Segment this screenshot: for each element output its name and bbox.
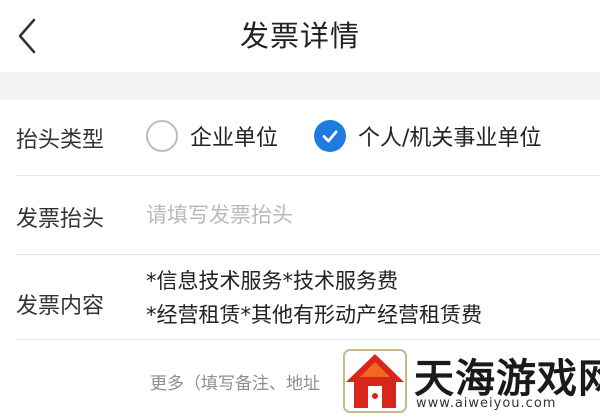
invoice-content-item: *经营租赁*其他有形动产经营租赁费: [146, 303, 482, 327]
watermark: 天海游戏网 www.aiweiyou.com: [330, 338, 600, 417]
invoice-type-label: 抬头类型: [16, 128, 105, 153]
watermark-url: www.aiweiyou.com: [416, 396, 557, 411]
invoice-header-row: 发票抬头: [0, 177, 600, 255]
radio-option-company[interactable]: 企业单位: [146, 116, 278, 156]
invoice-type-row: 抬头类型 企业单位 个人/机关事业单位: [0, 100, 600, 176]
nav-bar: 发票详情: [0, 0, 600, 72]
invoice-content-list: *信息技术服务*技术服务费 *经营租赁*其他有形动产经营租赁费: [146, 264, 482, 332]
page-title: 发票详情: [239, 19, 360, 53]
more-options-link[interactable]: 更多（填写备注、地址: [150, 369, 320, 394]
invoice-content-row: 发票内容 *信息技术服务*技术服务费 *经营租赁*其他有形动产经营租赁费: [0, 256, 600, 340]
house-logo-icon: [343, 349, 407, 413]
invoice-content-item: *信息技术服务*技术服务费: [146, 269, 398, 293]
invoice-header-input[interactable]: [146, 193, 576, 237]
section-gap: [0, 72, 600, 100]
invoice-header-label: 发票抬头: [16, 207, 105, 232]
radio-checked-icon[interactable]: [314, 120, 346, 152]
divider: [16, 254, 600, 255]
radio-label-personal: 个人/机关事业单位: [358, 126, 542, 151]
radio-unchecked-icon[interactable]: [146, 120, 178, 152]
radio-option-personal[interactable]: 个人/机关事业单位: [314, 116, 541, 156]
divider: [16, 175, 600, 176]
checkmark-icon: [322, 130, 338, 143]
radio-label-company: 企业单位: [190, 126, 279, 151]
invoice-content-label: 发票内容: [16, 294, 105, 319]
